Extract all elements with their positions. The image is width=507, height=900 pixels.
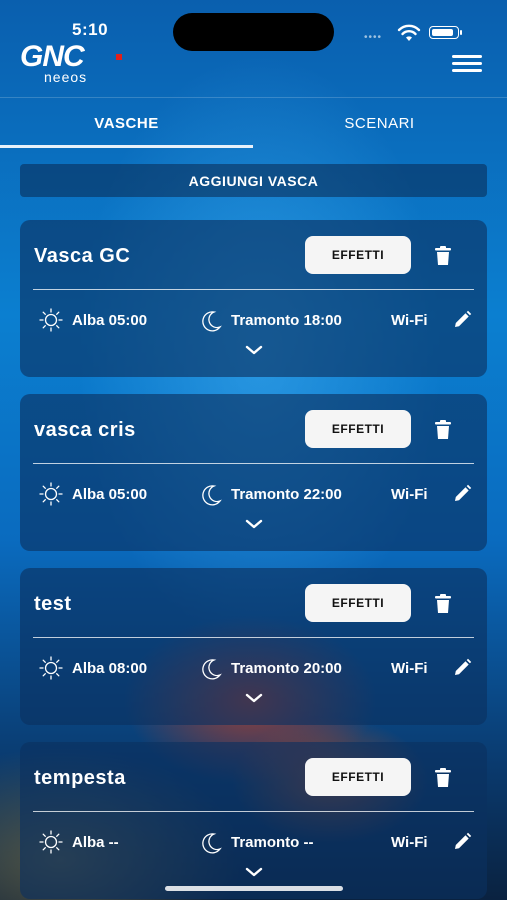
schedule-row: Alba 05:00 Tramonto 22:00 Wi-Fi [20, 482, 487, 506]
sunrise-time: Alba 05:00 [72, 312, 148, 329]
sun-icon [39, 308, 63, 332]
connection-type: Wi-Fi [391, 486, 428, 503]
home-indicator [165, 886, 343, 891]
sunrise-time: Alba 05:00 [72, 486, 148, 503]
battery-icon [429, 26, 462, 39]
trash-icon[interactable] [434, 420, 452, 440]
chevron-down-icon[interactable] [244, 344, 264, 356]
logo-text: GNC [20, 40, 85, 73]
sun-icon [39, 482, 63, 506]
tank-name: test [34, 593, 72, 615]
sunset-time: Tramonto -- [231, 834, 314, 851]
chevron-down-icon[interactable] [244, 692, 264, 704]
effects-button[interactable]: EFFETTI [305, 236, 411, 274]
tank-card: test EFFETTI Alba 08:00 Tramonto 20:00 W… [20, 568, 487, 725]
connection-type: Wi-Fi [391, 660, 428, 677]
sunset-time: Tramonto 22:00 [231, 486, 342, 503]
sunset-time: Tramonto 18:00 [231, 312, 342, 329]
moon-icon [202, 311, 222, 332]
chevron-down-icon[interactable] [244, 518, 264, 530]
tank-name: Vasca GC [34, 245, 131, 267]
card-divider [33, 637, 474, 638]
tank-card: tempesta EFFETTI Alba -- Tramonto -- Wi-… [20, 742, 487, 899]
trash-icon[interactable] [434, 246, 452, 266]
sunrise-time: Alba -- [72, 834, 119, 851]
edit-icon[interactable] [452, 658, 472, 678]
connection-type: Wi-Fi [391, 312, 428, 329]
moon-icon [202, 659, 222, 680]
sun-icon [39, 656, 63, 680]
chevron-down-icon[interactable] [244, 866, 264, 878]
schedule-row: Alba -- Tramonto -- Wi-Fi [20, 830, 487, 854]
sunrise-time: Alba 08:00 [72, 660, 148, 677]
effects-button[interactable]: EFFETTI [305, 410, 411, 448]
edit-icon[interactable] [452, 310, 472, 330]
tab-vasche[interactable]: VASCHE [0, 98, 253, 148]
edit-icon[interactable] [452, 484, 472, 504]
tab-bar: VASCHE SCENARI [0, 97, 507, 148]
sunset-time: Tramonto 20:00 [231, 660, 342, 677]
sun-icon [39, 830, 63, 854]
moon-icon [202, 833, 222, 854]
trash-icon[interactable] [434, 594, 452, 614]
trash-icon[interactable] [434, 768, 452, 788]
logo-accent [116, 54, 122, 60]
wifi-icon [397, 24, 421, 41]
card-divider [33, 463, 474, 464]
logo-subtext: neeos [44, 69, 88, 85]
card-divider [33, 289, 474, 290]
moon-icon [202, 485, 222, 506]
battery-level [431, 28, 454, 36]
tank-card: Vasca GC EFFETTI Alba 05:00 Tramonto 18:… [20, 220, 487, 377]
tank-name: tempesta [34, 767, 126, 789]
menu-icon[interactable] [452, 53, 484, 75]
effects-button[interactable]: EFFETTI [305, 584, 411, 622]
dynamic-island [173, 13, 334, 51]
tank-card: vasca cris EFFETTI Alba 05:00 Tramonto 2… [20, 394, 487, 551]
schedule-row: Alba 05:00 Tramonto 18:00 Wi-Fi [20, 308, 487, 332]
edit-icon[interactable] [452, 832, 472, 852]
effects-button[interactable]: EFFETTI [305, 758, 411, 796]
card-divider [33, 811, 474, 812]
active-tab-indicator [0, 145, 253, 148]
tab-scenari[interactable]: SCENARI [253, 98, 506, 148]
status-time: 5:10 [72, 20, 109, 39]
logo: GNC neeos [20, 42, 130, 86]
signal-icon: •••• [364, 32, 383, 43]
schedule-row: Alba 08:00 Tramonto 20:00 Wi-Fi [20, 656, 487, 680]
connection-type: Wi-Fi [391, 834, 428, 851]
tank-name: vasca cris [34, 419, 136, 441]
add-tank-button[interactable]: AGGIUNGI VASCA [20, 164, 487, 197]
